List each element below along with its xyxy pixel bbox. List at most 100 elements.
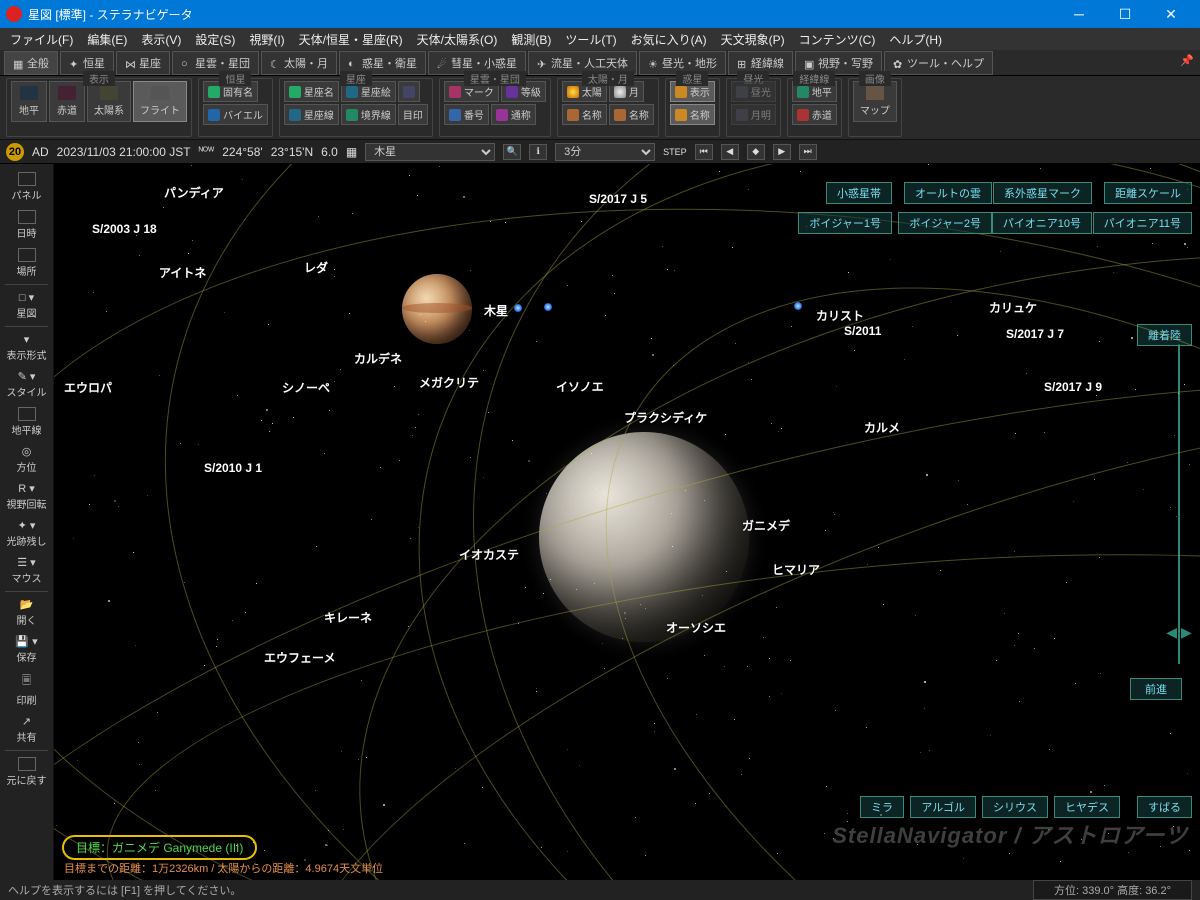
sidebar-item[interactable]: ☰ ▾マウス	[3, 552, 51, 589]
const-line-button[interactable]: 星座線	[284, 104, 339, 125]
sidebar-item[interactable]: R ▾視野回転	[3, 478, 51, 515]
star-dot	[245, 612, 246, 613]
overlay-chip[interactable]: 小惑星帯	[826, 182, 892, 204]
star-dot	[847, 813, 848, 814]
overlay-chip[interactable]: 系外惑星マーク	[993, 182, 1092, 204]
step-last-button[interactable]: ⏭	[799, 144, 817, 160]
star-dot	[349, 313, 350, 314]
sidebar-item[interactable]: 日時	[3, 206, 51, 244]
overlay-chip[interactable]: パイオニア11号	[1093, 212, 1192, 234]
landing-button[interactable]: 離着陸	[1137, 324, 1192, 346]
horizon-button[interactable]: 地平	[11, 81, 47, 122]
menu-item[interactable]: 設定(S)	[189, 29, 241, 50]
step-stop-button[interactable]: ◆	[747, 144, 765, 160]
star-dot	[94, 475, 95, 476]
star-dot	[920, 752, 921, 753]
star-chip[interactable]: アルゴル	[910, 796, 976, 818]
star-dot	[654, 731, 655, 732]
sidebar-item[interactable]: ✦ ▾光跡残し	[3, 515, 51, 552]
search-button[interactable]: 🔍	[503, 144, 521, 160]
equator-button[interactable]: 赤道	[49, 81, 85, 122]
const-mark-button[interactable]	[398, 81, 420, 102]
star-dot	[769, 658, 770, 659]
sidebar-item[interactable]: □ ▾星図	[3, 287, 51, 324]
map-button[interactable]: マップ	[853, 81, 897, 122]
const-name-button[interactable]: 星座名	[284, 81, 339, 102]
info-button[interactable]: ℹ	[529, 144, 547, 160]
star-chip[interactable]: ヒヤデス	[1054, 796, 1120, 818]
menu-item[interactable]: ファイル(F)	[4, 29, 79, 50]
menu-item[interactable]: 視野(I)	[243, 29, 290, 50]
tab[interactable]: ✿ツール・ヘルプ	[884, 51, 993, 75]
overlay-chip[interactable]: ボイジャー2号	[898, 212, 992, 234]
star-chip[interactable]: シリウス	[982, 796, 1048, 818]
star-dot	[136, 235, 137, 236]
star-dot	[724, 666, 725, 667]
datetime-label[interactable]: 2023/11/03 21:00:00 JST	[57, 145, 191, 159]
sky-view[interactable]: 目標：ガニメデ Ganymede (III) 目標までの距離：1万2326km …	[54, 164, 1200, 880]
step-label: STEP	[663, 147, 687, 157]
overlay-chip[interactable]: パイオニア10号	[992, 212, 1092, 234]
neb-num-button[interactable]: 番号	[444, 104, 489, 125]
sidebar-item[interactable]: 元に戻す	[3, 753, 51, 791]
forward-button[interactable]: 前進	[1130, 678, 1182, 700]
sidebar-item[interactable]: ↗共有	[3, 711, 51, 748]
pin-icon[interactable]: 📌	[1180, 54, 1194, 67]
bright-star	[794, 302, 802, 310]
tab[interactable]: ☾太陽・月	[261, 51, 337, 75]
step-select[interactable]: 3分	[555, 143, 655, 161]
flight-button[interactable]: フライト	[133, 81, 187, 122]
const-landmark-button[interactable]: 目印	[398, 104, 428, 125]
neb-alias-button[interactable]: 通称	[491, 104, 536, 125]
menu-item[interactable]: コンテンツ(C)	[793, 29, 882, 50]
minimize-button[interactable]: ─	[1056, 0, 1102, 28]
daylight-button[interactable]: 昼光	[731, 81, 776, 102]
grid-equator-button[interactable]: 赤道	[792, 104, 837, 125]
sidebar-item[interactable]: ✎ ▾スタイル	[3, 366, 51, 403]
step-back-button[interactable]: ◀	[721, 144, 739, 160]
menu-item[interactable]: 表示(V)	[135, 29, 187, 50]
menu-item[interactable]: 天体/太陽系(O)	[411, 29, 504, 50]
maximize-button[interactable]: ☐	[1102, 0, 1148, 28]
star-chip[interactable]: すばる	[1137, 796, 1192, 818]
star-dot	[1131, 337, 1133, 339]
sidebar-item[interactable]: 📂開く	[3, 594, 51, 631]
star-dot	[1090, 791, 1092, 793]
menu-item[interactable]: 観測(B)	[505, 29, 557, 50]
bayer-button[interactable]: バイエル	[203, 104, 268, 125]
sidebar-item[interactable]: 場所	[3, 244, 51, 282]
moon-name-button[interactable]: 名称	[609, 104, 654, 125]
menu-item[interactable]: 編集(E)	[81, 29, 133, 50]
planet-name-button[interactable]: 名称	[670, 104, 715, 125]
close-button[interactable]: ✕	[1148, 0, 1194, 28]
menu-item[interactable]: お気に入り(A)	[625, 29, 713, 50]
step-fwd-button[interactable]: ▶	[773, 144, 791, 160]
step-first-button[interactable]: ⏮	[695, 144, 713, 160]
sidebar-item[interactable]: 🗏印刷	[3, 668, 51, 711]
star-chip[interactable]: ミラ	[860, 796, 904, 818]
sidebar-item[interactable]: 💾 ▾保存	[3, 631, 51, 668]
sidebar-item[interactable]: ▾表示形式	[3, 329, 51, 366]
menu-item[interactable]: 天文現象(P)	[715, 29, 791, 50]
body-select[interactable]: 木星	[365, 143, 495, 161]
bright-star	[544, 303, 552, 311]
menu-item[interactable]: ツール(T)	[559, 29, 622, 50]
tab[interactable]: ▦全般	[4, 51, 58, 75]
sync-icon[interactable]: ᴺᴼᵂ	[199, 146, 215, 157]
moonlight-button[interactable]: 月明	[731, 104, 776, 125]
tab[interactable]: ⋈星座	[116, 51, 170, 75]
grid-icon[interactable]: ▦	[346, 145, 357, 159]
solar-system-button[interactable]: 太陽系	[87, 81, 131, 122]
overlay-chip[interactable]: 距離スケール	[1104, 182, 1192, 204]
overlay-chip[interactable]: オールトの雲	[904, 182, 992, 204]
menu-item[interactable]: 天体/恒星・星座(R)	[293, 29, 409, 50]
day-badge[interactable]: 20	[6, 143, 24, 161]
overlay-chip[interactable]: ボイジャー1号	[798, 212, 892, 234]
sun-name-button[interactable]: 名称	[562, 104, 607, 125]
sidebar-item[interactable]: 地平線	[3, 403, 51, 441]
sidebar-item[interactable]: ◎方位	[3, 441, 51, 478]
menu-item[interactable]: ヘルプ(H)	[883, 29, 948, 50]
sidebar-item[interactable]: パネル	[3, 168, 51, 206]
const-border-button[interactable]: 境界線	[341, 104, 396, 125]
body-label: ヒマリア	[772, 561, 820, 578]
